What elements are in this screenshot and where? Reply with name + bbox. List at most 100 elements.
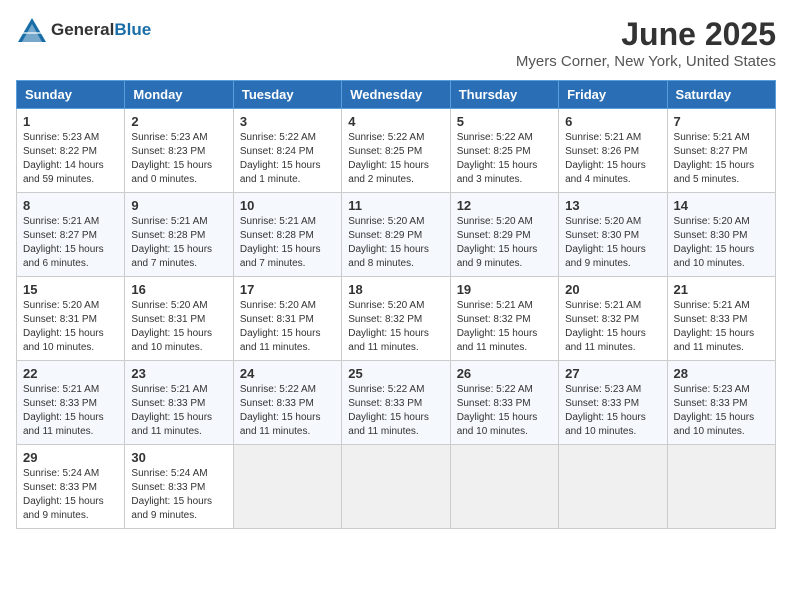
day-info: Sunrise: 5:22 AMSunset: 8:25 PMDaylight:… xyxy=(348,131,443,187)
day-number: 21 xyxy=(674,282,769,297)
day-info: Sunrise: 5:22 AMSunset: 8:33 PMDaylight:… xyxy=(457,383,552,439)
day-info: Sunrise: 5:23 AMSunset: 8:33 PMDaylight:… xyxy=(674,383,769,439)
table-row: 7 Sunrise: 5:21 AMSunset: 8:27 PMDaylight… xyxy=(667,109,775,193)
day-number: 9 xyxy=(131,198,226,213)
day-number: 1 xyxy=(23,114,118,129)
day-number: 29 xyxy=(23,450,118,465)
day-number: 30 xyxy=(131,450,226,465)
table-row xyxy=(233,445,341,529)
table-row: 4 Sunrise: 5:22 AMSunset: 8:25 PMDaylight… xyxy=(342,109,450,193)
table-row: 27 Sunrise: 5:23 AMSunset: 8:33 PMDayligh… xyxy=(559,361,667,445)
day-number: 18 xyxy=(348,282,443,297)
calendar-table: Sunday Monday Tuesday Wednesday Thursday… xyxy=(16,80,776,529)
day-number: 14 xyxy=(674,198,769,213)
col-saturday: Saturday xyxy=(667,81,775,109)
calendar-week-row: 15 Sunrise: 5:20 AMSunset: 8:31 PMDayligh… xyxy=(17,277,776,361)
day-info: Sunrise: 5:21 AMSunset: 8:28 PMDaylight:… xyxy=(240,215,335,271)
table-row: 13 Sunrise: 5:20 AMSunset: 8:30 PMDayligh… xyxy=(559,193,667,277)
col-tuesday: Tuesday xyxy=(233,81,341,109)
day-number: 10 xyxy=(240,198,335,213)
day-info: Sunrise: 5:20 AMSunset: 8:30 PMDaylight:… xyxy=(674,215,769,271)
day-info: Sunrise: 5:24 AMSunset: 8:33 PMDaylight:… xyxy=(131,467,226,523)
day-number: 28 xyxy=(674,366,769,381)
day-number: 22 xyxy=(23,366,118,381)
day-info: Sunrise: 5:22 AMSunset: 8:25 PMDaylight:… xyxy=(457,131,552,187)
table-row: 30 Sunrise: 5:24 AMSunset: 8:33 PMDayligh… xyxy=(125,445,233,529)
table-row: 1 Sunrise: 5:23 AMSunset: 8:22 PMDaylight… xyxy=(17,109,125,193)
day-info: Sunrise: 5:22 AMSunset: 8:24 PMDaylight:… xyxy=(240,131,335,187)
day-info: Sunrise: 5:21 AMSunset: 8:27 PMDaylight:… xyxy=(23,215,118,271)
day-info: Sunrise: 5:20 AMSunset: 8:31 PMDaylight:… xyxy=(23,299,118,355)
table-row: 14 Sunrise: 5:20 AMSunset: 8:30 PMDayligh… xyxy=(667,193,775,277)
table-row: 12Sunrise: 5:20 AMSunset: 8:29 PMDayligh… xyxy=(450,193,558,277)
day-number: 4 xyxy=(348,114,443,129)
table-row: 17Sunrise: 5:20 AMSunset: 8:31 PMDayligh… xyxy=(233,277,341,361)
table-row: 2 Sunrise: 5:23 AMSunset: 8:23 PMDaylight… xyxy=(125,109,233,193)
day-number: 3 xyxy=(240,114,335,129)
day-info: Sunrise: 5:21 AMSunset: 8:26 PMDaylight:… xyxy=(565,131,660,187)
day-info: Sunrise: 5:21 AMSunset: 8:27 PMDaylight:… xyxy=(674,131,769,187)
logo-blue: Blue xyxy=(114,20,151,40)
table-row: 28 Sunrise: 5:23 AMSunset: 8:33 PMDayligh… xyxy=(667,361,775,445)
calendar-header-row: Sunday Monday Tuesday Wednesday Thursday… xyxy=(17,81,776,109)
day-number: 20 xyxy=(565,282,660,297)
table-row: 26 Sunrise: 5:22 AMSunset: 8:33 PMDayligh… xyxy=(450,361,558,445)
day-info: Sunrise: 5:20 AMSunset: 8:32 PMDaylight:… xyxy=(348,299,443,355)
logo-icon xyxy=(16,16,48,44)
location: Myers Corner, New York, United States xyxy=(516,53,776,70)
day-info: Sunrise: 5:23 AMSunset: 8:33 PMDaylight:… xyxy=(565,383,660,439)
table-row: 9Sunrise: 5:21 AMSunset: 8:28 PMDaylight… xyxy=(125,193,233,277)
day-number: 5 xyxy=(457,114,552,129)
day-info: Sunrise: 5:22 AMSunset: 8:33 PMDaylight:… xyxy=(240,383,335,439)
table-row: 23Sunrise: 5:21 AMSunset: 8:33 PMDayligh… xyxy=(125,361,233,445)
calendar-week-row: 8 Sunrise: 5:21 AMSunset: 8:27 PMDaylight… xyxy=(17,193,776,277)
day-number: 8 xyxy=(23,198,118,213)
day-info: Sunrise: 5:21 AMSunset: 8:32 PMDaylight:… xyxy=(457,299,552,355)
calendar-week-row: 29 Sunrise: 5:24 AMSunset: 8:33 PMDayligh… xyxy=(17,445,776,529)
table-row: 10 Sunrise: 5:21 AMSunset: 8:28 PMDayligh… xyxy=(233,193,341,277)
col-wednesday: Wednesday xyxy=(342,81,450,109)
table-row: 8 Sunrise: 5:21 AMSunset: 8:27 PMDaylight… xyxy=(17,193,125,277)
day-info: Sunrise: 5:20 AMSunset: 8:29 PMDaylight:… xyxy=(348,215,443,271)
page-header: GeneralBlue June 2025 Myers Corner, New … xyxy=(16,16,776,70)
day-info: Sunrise: 5:21 AMSunset: 8:33 PMDaylight:… xyxy=(674,299,769,355)
day-info: Sunrise: 5:21 AMSunset: 8:33 PMDaylight:… xyxy=(23,383,118,439)
table-row: 18 Sunrise: 5:20 AMSunset: 8:32 PMDayligh… xyxy=(342,277,450,361)
logo: GeneralBlue xyxy=(16,16,151,44)
logo-general: General xyxy=(51,20,114,40)
table-row: 19 Sunrise: 5:21 AMSunset: 8:32 PMDayligh… xyxy=(450,277,558,361)
day-info: Sunrise: 5:20 AMSunset: 8:30 PMDaylight:… xyxy=(565,215,660,271)
day-info: Sunrise: 5:20 AMSunset: 8:29 PMDaylight:… xyxy=(457,215,552,271)
col-friday: Friday xyxy=(559,81,667,109)
day-number: 26 xyxy=(457,366,552,381)
calendar-week-row: 22 Sunrise: 5:21 AMSunset: 8:33 PMDayligh… xyxy=(17,361,776,445)
day-info: Sunrise: 5:21 AMSunset: 8:32 PMDaylight:… xyxy=(565,299,660,355)
day-number: 19 xyxy=(457,282,552,297)
day-number: 16 xyxy=(131,282,226,297)
month-title: June 2025 xyxy=(516,16,776,53)
table-row: 11Sunrise: 5:20 AMSunset: 8:29 PMDayligh… xyxy=(342,193,450,277)
day-number: 27 xyxy=(565,366,660,381)
day-info: Sunrise: 5:20 AMSunset: 8:31 PMDaylight:… xyxy=(131,299,226,355)
day-info: Sunrise: 5:20 AMSunset: 8:31 PMDaylight:… xyxy=(240,299,335,355)
col-thursday: Thursday xyxy=(450,81,558,109)
table-row: 3 Sunrise: 5:22 AMSunset: 8:24 PMDaylight… xyxy=(233,109,341,193)
day-number: 24 xyxy=(240,366,335,381)
day-info: Sunrise: 5:23 AMSunset: 8:23 PMDaylight:… xyxy=(131,131,226,187)
table-row: 5 Sunrise: 5:22 AMSunset: 8:25 PMDaylight… xyxy=(450,109,558,193)
day-info: Sunrise: 5:23 AMSunset: 8:22 PMDaylight:… xyxy=(23,131,118,187)
day-info: Sunrise: 5:21 AMSunset: 8:33 PMDaylight:… xyxy=(131,383,226,439)
table-row: 24 Sunrise: 5:22 AMSunset: 8:33 PMDayligh… xyxy=(233,361,341,445)
table-row: 21 Sunrise: 5:21 AMSunset: 8:33 PMDayligh… xyxy=(667,277,775,361)
table-row: 15 Sunrise: 5:20 AMSunset: 8:31 PMDayligh… xyxy=(17,277,125,361)
day-number: 7 xyxy=(674,114,769,129)
day-number: 15 xyxy=(23,282,118,297)
col-sunday: Sunday xyxy=(17,81,125,109)
table-row: 16 Sunrise: 5:20 AMSunset: 8:31 PMDayligh… xyxy=(125,277,233,361)
day-number: 13 xyxy=(565,198,660,213)
col-monday: Monday xyxy=(125,81,233,109)
day-info: Sunrise: 5:22 AMSunset: 8:33 PMDaylight:… xyxy=(348,383,443,439)
table-row: 22 Sunrise: 5:21 AMSunset: 8:33 PMDayligh… xyxy=(17,361,125,445)
day-number: 2 xyxy=(131,114,226,129)
table-row xyxy=(559,445,667,529)
